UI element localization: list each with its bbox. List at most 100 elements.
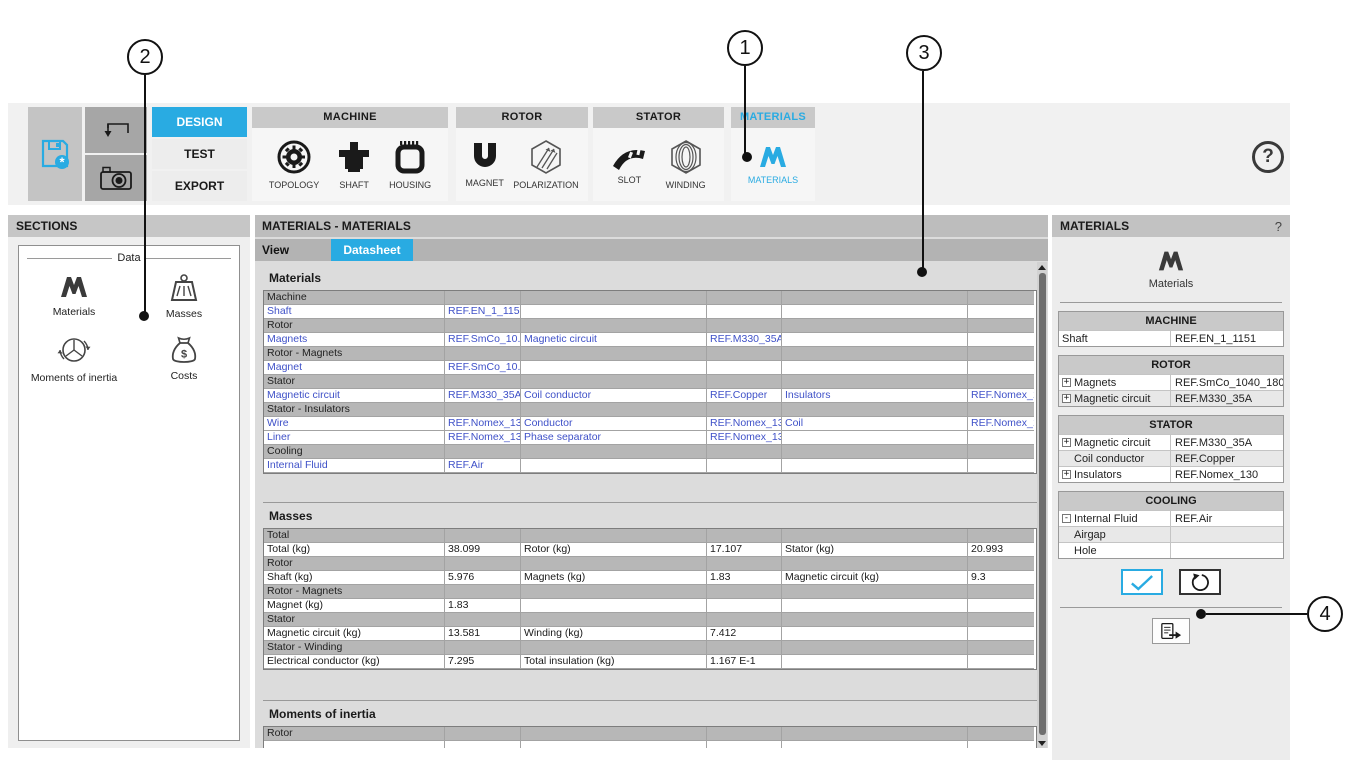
table-cell <box>521 459 707 473</box>
table-cell[interactable]: REF.Nomex_130 <box>707 417 782 431</box>
save-button[interactable]: * <box>28 107 82 201</box>
table-cell[interactable]: REF.Nomex_130 <box>445 431 521 445</box>
tab-datasheet[interactable]: Datasheet <box>331 239 413 261</box>
callout-4-number: 4 <box>1319 603 1330 626</box>
tool-housing[interactable]: HOUSING <box>389 139 431 190</box>
export-button[interactable] <box>1152 618 1190 644</box>
scrollbar-thumb[interactable] <box>1039 273 1046 735</box>
table-section-row: Stator - Insulators <box>264 403 1036 417</box>
help-button[interactable]: ? <box>1252 141 1284 173</box>
table-cell <box>782 641 968 655</box>
panel-group-rows: +Magnetic circuitREF.M330_35ACoil conduc… <box>1059 434 1283 482</box>
table-cell <box>968 291 1034 305</box>
table-cell[interactable]: REF.M330_35A <box>707 333 782 347</box>
table-cell: 1.83 <box>707 571 782 585</box>
table-cell[interactable]: REF.Nomex_130 <box>968 417 1034 431</box>
group-rotor: ROTOR MAGNET POLARIZATION <box>456 107 588 201</box>
table-cell <box>521 529 707 543</box>
panel-row-value[interactable]: REF.Air <box>1171 513 1283 525</box>
camera-icon <box>99 165 133 191</box>
table-cell <box>782 557 968 571</box>
table-cell: Rotor - Magnets <box>264 347 445 361</box>
table-cell[interactable]: Magnets <box>264 333 445 347</box>
apply-button[interactable] <box>1121 569 1163 595</box>
callout-4: 4 <box>1307 596 1343 632</box>
table-cell <box>707 361 782 375</box>
table-cell <box>968 641 1034 655</box>
sidebar-item-moments-of-inertia[interactable]: Moments of inertia <box>19 334 129 384</box>
group-machine-title: MACHINE <box>252 107 448 128</box>
table-cell[interactable]: Coil <box>782 417 968 431</box>
panel-row-value[interactable]: REF.Nomex_130 <box>1171 469 1283 481</box>
tool-slot[interactable]: SLOT <box>611 144 647 185</box>
table-cell: Stator <box>264 375 445 389</box>
expand-icon[interactable]: + <box>1062 438 1071 447</box>
tool-label: TOPOLOGY <box>269 180 319 190</box>
table-cell: 20.993 <box>968 543 1034 557</box>
panel-row-value[interactable]: REF.M330_35A <box>1171 393 1283 405</box>
table-cell[interactable]: Magnetic circuit <box>521 333 707 347</box>
table-cell[interactable]: REF.Nomex_130 <box>968 389 1034 403</box>
tool-polarization[interactable]: POLARIZATION <box>513 139 578 190</box>
table-cell[interactable]: REF.Copper <box>707 389 782 403</box>
table-cell[interactable]: Liner <box>264 431 445 445</box>
tab-export[interactable]: EXPORT <box>152 171 247 201</box>
sidebar-item-costs[interactable]: $ Costs <box>129 334 239 384</box>
table-cell[interactable]: REF.SmCo_10... <box>445 333 521 347</box>
scroll-down-button[interactable] <box>1037 738 1047 748</box>
expand-icon[interactable]: + <box>1062 470 1071 479</box>
panel-row-label-cell: Airgap <box>1059 527 1171 542</box>
panel-row-value[interactable]: REF.EN_1_1151 <box>1171 333 1283 345</box>
table-cell[interactable]: Coil conductor <box>521 389 707 403</box>
panel-group-rotor: ROTOR +MagnetsREF.SmCo_1040_1800+Magneti… <box>1058 355 1284 407</box>
table-cell[interactable]: REF.Nomex_130 <box>445 417 521 431</box>
undo-arrow-icon <box>100 119 132 141</box>
table-cell[interactable]: REF.Air <box>445 459 521 473</box>
table-row: Total (kg)38.099Rotor (kg)17.107Stator (… <box>264 543 1036 557</box>
tool-materials[interactable]: MATERIALS <box>748 144 798 185</box>
table-cell[interactable]: Internal Fluid <box>264 459 445 473</box>
table-cell <box>707 585 782 599</box>
tab-view[interactable]: View <box>255 239 331 261</box>
table-cell[interactable]: Magnet <box>264 361 445 375</box>
table-cell[interactable]: Conductor <box>521 417 707 431</box>
vertical-scrollbar[interactable] <box>1037 262 1047 748</box>
table-cell[interactable]: Magnetic circuit <box>264 389 445 403</box>
tab-design[interactable]: DESIGN <box>152 107 247 137</box>
panel-row: ShaftREF.EN_1_1151 <box>1059 330 1283 346</box>
panel-row-value[interactable]: REF.SmCo_1040_1800 <box>1171 377 1283 389</box>
screenshot-button[interactable] <box>85 155 147 201</box>
table-cell[interactable]: REF.Nomex_130 <box>707 431 782 445</box>
expand-icon[interactable]: + <box>1062 378 1071 387</box>
panel-row-value[interactable]: REF.M330_35A <box>1171 437 1283 449</box>
reset-button[interactable] <box>1179 569 1221 595</box>
expand-icon[interactable]: + <box>1062 394 1071 403</box>
panel-divider <box>1060 607 1282 608</box>
table-cell[interactable]: Shaft <box>264 305 445 319</box>
tool-winding[interactable]: WINDING <box>666 139 706 190</box>
table-cell[interactable]: REF.SmCo_10... <box>445 361 521 375</box>
panel-row: +Magnetic circuitREF.M330_35A <box>1059 434 1283 450</box>
tool-magnet[interactable]: MAGNET <box>465 141 504 188</box>
panel-row: Coil conductorREF.Copper <box>1059 450 1283 466</box>
panel-row-value[interactable]: REF.Copper <box>1171 453 1283 465</box>
table-row: MagnetsREF.SmCo_10...Magnetic circuitREF… <box>264 333 1036 347</box>
tool-shaft[interactable]: SHAFT <box>336 139 372 190</box>
scroll-up-button[interactable] <box>1037 262 1047 272</box>
sidebar-item-materials[interactable]: Materials <box>19 274 129 320</box>
undo-button[interactable] <box>85 107 147 153</box>
table-cell <box>968 727 1034 741</box>
table-cell[interactable]: REF.EN_1_1151 <box>445 305 521 319</box>
callout-4-dot <box>1196 609 1206 619</box>
tab-test[interactable]: TEST <box>152 139 247 169</box>
table-cell[interactable]: Phase separator <box>521 431 707 445</box>
shaft-icon <box>336 139 372 175</box>
panel-help-icon[interactable]: ? <box>1275 219 1282 234</box>
table-cell[interactable]: Wire <box>264 417 445 431</box>
table-cell[interactable]: REF.M330_35A <box>445 389 521 403</box>
table-cell <box>782 319 968 333</box>
table-cell[interactable]: Insulators <box>782 389 968 403</box>
tool-topology[interactable]: TOPOLOGY <box>269 139 319 190</box>
table-cell <box>521 445 707 459</box>
collapse-icon[interactable]: - <box>1062 514 1071 523</box>
